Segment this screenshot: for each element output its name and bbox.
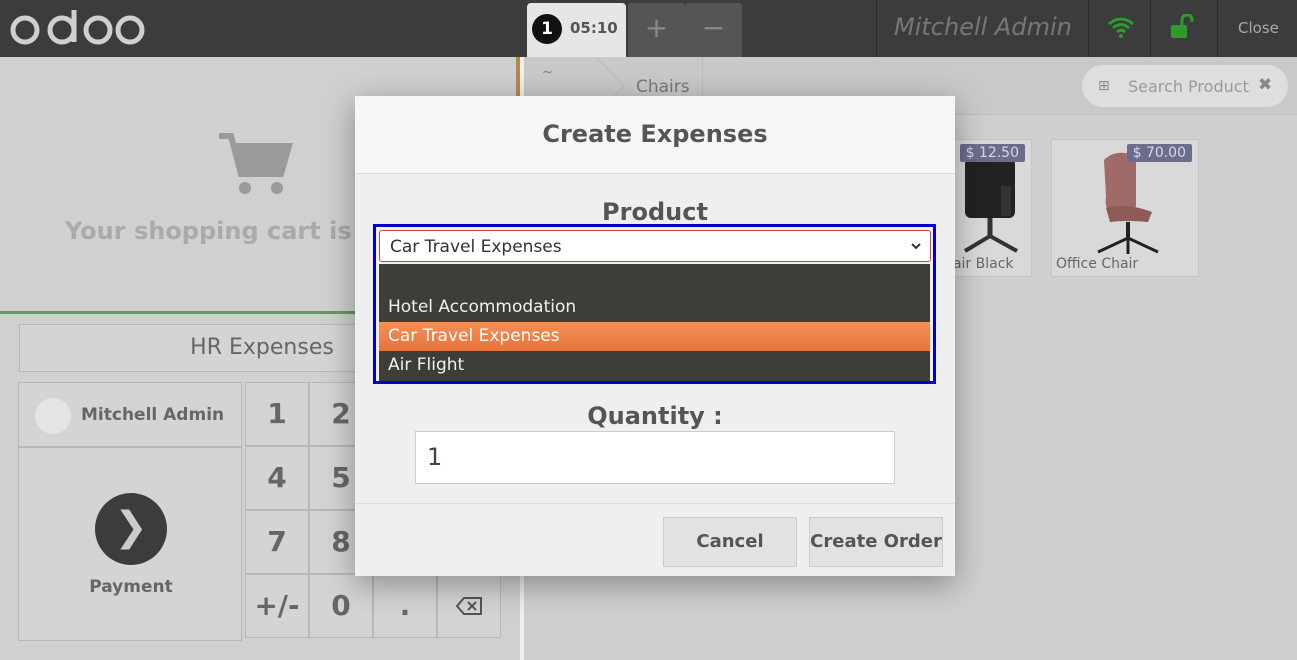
dialog-footer: Cancel Create Order [355, 503, 955, 576]
dropdown-option-car-travel[interactable]: Car Travel Expenses [379, 322, 930, 351]
product-select-value: Car Travel Expenses [390, 237, 562, 257]
dialog-title: Create Expenses [542, 120, 768, 148]
product-dropdown-list: Hotel Accommodation Car Travel Expenses … [379, 264, 930, 381]
dropdown-option-empty[interactable] [379, 264, 930, 293]
create-order-button[interactable]: Create Order [809, 517, 943, 567]
product-label: Product [602, 198, 708, 226]
quantity-input[interactable]: 1 [415, 431, 895, 484]
cancel-button[interactable]: Cancel [663, 517, 797, 567]
create-expenses-dialog: Create Expenses Product Car Travel Expen… [355, 96, 955, 576]
dialog-header: Create Expenses [355, 96, 955, 174]
chevron-down-icon [911, 243, 921, 250]
quantity-label: Quantity : [587, 402, 723, 430]
dropdown-option-hotel[interactable]: Hotel Accommodation [379, 293, 930, 322]
product-select-focus: Car Travel Expenses Hotel Accommodation … [373, 224, 936, 384]
modal-overlay: Create Expenses Product Car Travel Expen… [0, 0, 1297, 660]
dropdown-option-air-flight[interactable]: Air Flight [379, 351, 930, 380]
product-select[interactable]: Car Travel Expenses [379, 230, 931, 262]
